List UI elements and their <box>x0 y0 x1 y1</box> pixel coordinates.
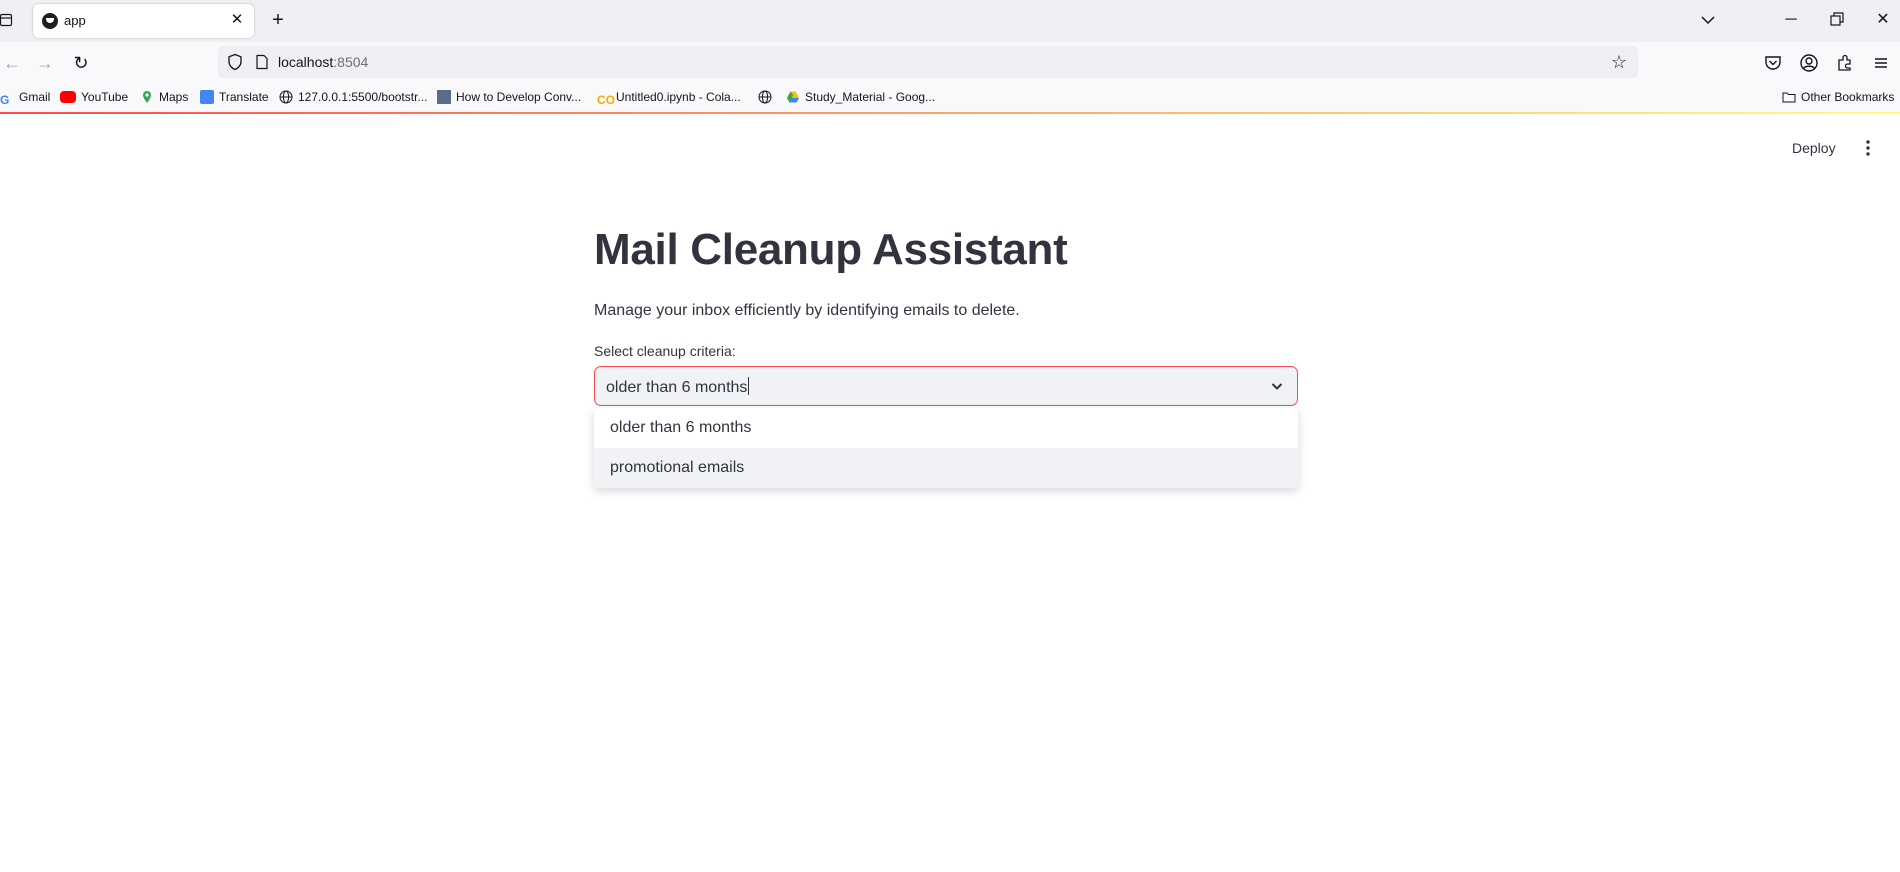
url-port: :8504 <box>333 54 369 70</box>
account-icon[interactable] <box>1798 52 1820 74</box>
deploy-button[interactable]: Deploy <box>1784 136 1844 160</box>
bookmark-label: YouTube <box>81 90 129 104</box>
other-bookmarks[interactable]: Other Bookmarks <box>1782 90 1894 106</box>
bookmark-maps[interactable]: Maps <box>140 90 188 106</box>
browser-tab[interactable]: app ✕ <box>33 4 254 38</box>
tab-title: app <box>64 13 86 28</box>
url-bar[interactable]: localhost:8504 ☆ <box>218 46 1638 78</box>
folder-icon <box>1782 92 1796 103</box>
url-host: localhost <box>278 54 334 70</box>
new-tab-button[interactable]: + <box>266 9 290 33</box>
firefox-view-icon[interactable] <box>0 13 14 27</box>
navigation-bar: ← → ↻ localhost:8504 ☆ <box>0 42 1900 84</box>
minimize-icon[interactable]: ─ <box>1780 9 1802 31</box>
main-menu-kebab-icon[interactable] <box>1856 136 1880 160</box>
bookmark-translate[interactable]: Translate <box>200 90 269 106</box>
bookmark-youtube[interactable]: YouTube <box>60 90 128 106</box>
youtube-icon <box>60 91 76 103</box>
back-icon[interactable]: ← <box>0 51 24 75</box>
google-icon: G <box>0 93 10 107</box>
bookmark-label: How to Develop Conv... <box>456 90 582 104</box>
bookmark-how-to-develop[interactable]: How to Develop Conv... <box>437 90 581 106</box>
page-title: Mail Cleanup Assistant <box>594 225 1068 274</box>
dropdown-option-older-than-6-months[interactable]: older than 6 months <box>594 408 1298 448</box>
bookmark-colab[interactable]: COUntitled0.ipynb - Cola... <box>597 90 741 107</box>
bookmark-gmail[interactable]: G Gmail <box>0 90 51 107</box>
cleanup-criteria-select[interactable]: older than 6 months <box>594 366 1298 406</box>
select-value-text: older than 6 months <box>606 379 748 396</box>
bookmark-label: Maps <box>159 90 189 104</box>
text-caret <box>748 377 750 395</box>
url-text[interactable]: localhost:8504 <box>278 54 368 70</box>
bookmark-label: Gmail <box>19 90 51 104</box>
pocket-icon[interactable] <box>1762 52 1784 74</box>
bookmark-study-material[interactable]: Study_Material - Goog... <box>786 90 935 106</box>
globe-icon <box>758 90 772 104</box>
tab-bar: app ✕ + ─ ✕ <box>0 0 1900 42</box>
maps-icon <box>143 91 151 103</box>
bookmark-globe[interactable] <box>758 90 777 106</box>
page-subtitle: Manage your inbox efficiently by identif… <box>594 302 1020 319</box>
google-drive-icon <box>787 91 799 103</box>
dropdown-option-promotional-emails[interactable]: promotional emails <box>594 448 1298 488</box>
bookmark-label: Untitled0.ipynb - Cola... <box>616 90 741 104</box>
other-bookmarks-label: Other Bookmarks <box>1801 90 1895 104</box>
list-all-tabs-icon[interactable] <box>1697 9 1719 31</box>
bookmark-label: 127.0.0.1:5500/bootstr... <box>298 90 428 104</box>
bookmark-label: Translate <box>219 90 269 104</box>
page-info-icon[interactable] <box>254 54 270 70</box>
bookmark-label: Study_Material - Goog... <box>805 90 936 104</box>
bookmarks-toolbar: G Gmail YouTube Maps Translate 127.0.0.1:… <box>0 84 1900 112</box>
menu-hamburger-icon[interactable] <box>1870 52 1892 74</box>
colab-icon: CO <box>597 93 615 107</box>
cleanup-criteria-label: Select cleanup criteria: <box>594 343 736 359</box>
select-current-value[interactable]: older than 6 months <box>606 377 750 397</box>
restore-icon[interactable] <box>1826 9 1848 31</box>
globe-icon <box>279 90 293 104</box>
close-tab-icon[interactable]: ✕ <box>228 11 246 29</box>
bookmark-star-icon[interactable]: ☆ <box>1608 51 1630 73</box>
bookmark-localhost[interactable]: 127.0.0.1:5500/bootstr... <box>279 90 427 106</box>
translate-icon <box>200 90 214 104</box>
app-loading-accent-line <box>0 112 1900 114</box>
extensions-icon[interactable] <box>1834 52 1856 74</box>
reload-icon[interactable]: ↻ <box>69 51 93 75</box>
chevron-down-icon[interactable] <box>1269 378 1285 394</box>
criteria-dropdown-menu: older than 6 months promotional emails <box>594 408 1298 488</box>
close-window-icon[interactable]: ✕ <box>1872 9 1894 31</box>
tracking-protection-shield-icon[interactable] <box>226 53 244 71</box>
streamlit-favicon-icon <box>42 13 58 29</box>
site-thumbnail-icon <box>437 90 451 104</box>
forward-icon[interactable]: → <box>33 51 57 75</box>
